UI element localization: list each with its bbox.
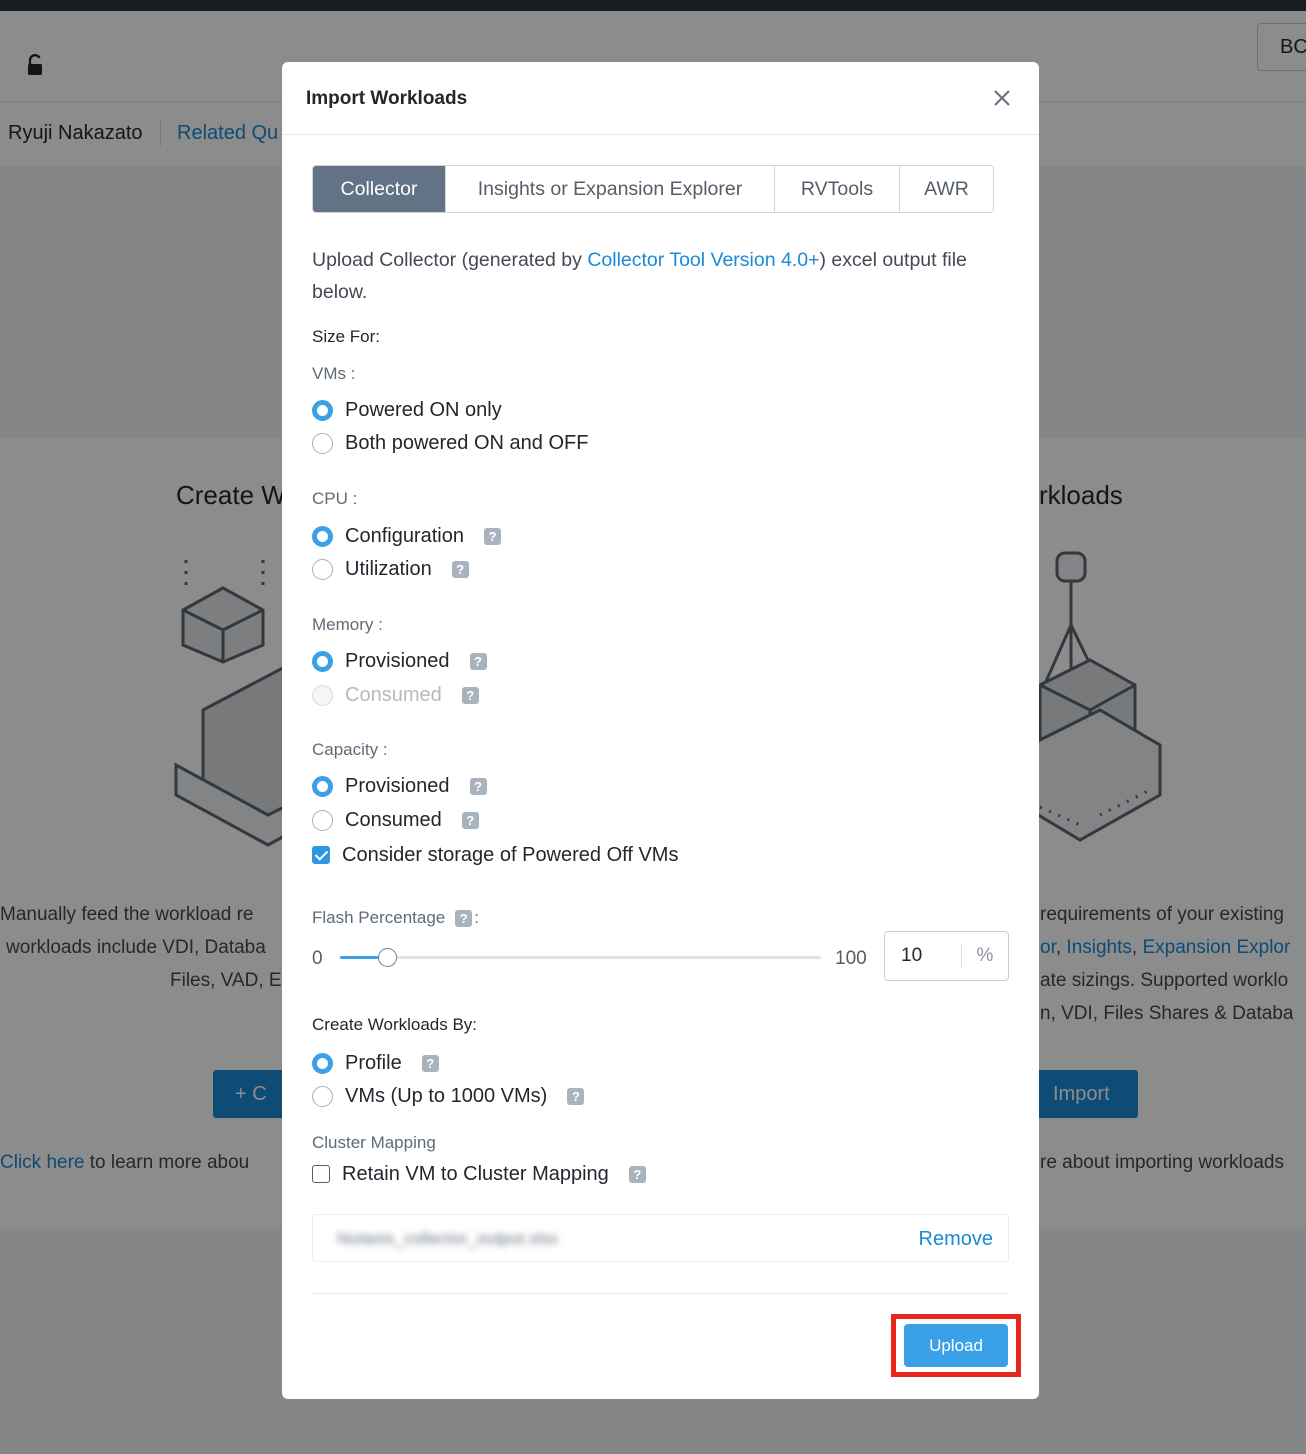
option-label: Provisioned <box>345 649 450 672</box>
option-label: Profile <box>345 1051 402 1074</box>
percent-unit: % <box>976 945 994 966</box>
cluster-mapping-label: Cluster Mapping <box>312 1133 436 1152</box>
import-workloads-dialog: Import Workloads Collector Insights or E… <box>282 62 1039 1399</box>
flash-percentage-field: % <box>884 931 1009 981</box>
help-icon[interactable]: ? <box>469 777 487 795</box>
help-icon[interactable]: ? <box>461 811 479 829</box>
upload-instructions: Upload Collector (generated by Collector… <box>312 244 1002 308</box>
vms-label: VMs : <box>312 364 356 383</box>
radio-button-disabled <box>312 684 333 706</box>
radio-button[interactable] <box>312 525 333 547</box>
create-by-option-vms[interactable]: VMs (Up to 1000 VMs) ? <box>312 1083 585 1109</box>
help-icon[interactable]: ? <box>455 909 473 927</box>
radio-button[interactable] <box>312 558 333 580</box>
upload-button[interactable]: Upload <box>904 1324 1008 1367</box>
memory-option-consumed: Consumed ? <box>312 682 479 708</box>
remove-file-link[interactable]: Remove <box>919 1228 993 1251</box>
tab-collector[interactable]: Collector <box>313 166 446 212</box>
radio-button[interactable] <box>312 1085 333 1107</box>
help-icon[interactable]: ? <box>567 1087 585 1105</box>
help-icon[interactable]: ? <box>421 1054 439 1072</box>
source-tabs: Collector Insights or Expansion Explorer… <box>312 165 994 213</box>
intro-text: Upload Collector (generated by <box>312 249 588 271</box>
flash-slider[interactable] <box>340 948 821 967</box>
memory-label: Memory : <box>312 615 383 634</box>
uploaded-file-row: Nutanix_collector_output.xlsx Remove <box>312 1214 1009 1262</box>
tab-rvtools[interactable]: RVTools <box>775 166 900 212</box>
option-label: Both powered ON and OFF <box>345 431 589 454</box>
storage-powered-off-checkbox[interactable]: Consider storage of Powered Off VMs <box>312 842 678 868</box>
flash-label-text: Flash Percentage <box>312 908 446 927</box>
radio-button[interactable] <box>312 399 333 421</box>
radio-button[interactable] <box>312 775 333 797</box>
capacity-option-provisioned[interactable]: Provisioned ? <box>312 773 487 799</box>
option-label: Consider storage of Powered Off VMs <box>342 843 679 866</box>
option-label: Configuration <box>345 524 464 547</box>
size-for-heading: Size For: <box>312 327 381 346</box>
option-label: Utilization <box>345 557 432 580</box>
checkbox[interactable] <box>312 846 330 864</box>
footer-divider <box>312 1293 1009 1294</box>
option-label: Consumed <box>345 683 442 706</box>
vms-option-both[interactable]: Both powered ON and OFF <box>312 430 588 456</box>
option-label: Retain VM to Cluster Mapping <box>342 1162 609 1185</box>
option-label: VMs (Up to 1000 VMs) <box>345 1084 548 1107</box>
close-icon[interactable] <box>992 88 1012 108</box>
option-label: Provisioned <box>345 774 450 797</box>
create-workloads-by-heading: Create Workloads By: <box>312 1015 478 1034</box>
flash-colon: : <box>474 908 479 927</box>
help-icon[interactable]: ? <box>461 686 479 704</box>
slider-min: 0 <box>312 948 323 969</box>
option-label: Powered ON only <box>345 398 502 421</box>
vms-option-powered-on[interactable]: Powered ON only <box>312 397 502 423</box>
capacity-label: Capacity : <box>312 740 388 759</box>
flash-percentage-label: Flash Percentage ? : <box>312 908 479 928</box>
tab-insights[interactable]: Insights or Expansion Explorer <box>446 166 775 212</box>
cpu-option-utilization[interactable]: Utilization ? <box>312 556 469 582</box>
slider-max: 100 <box>835 948 867 969</box>
radio-button[interactable] <box>312 650 333 672</box>
radio-button[interactable] <box>312 809 333 831</box>
flash-percentage-input[interactable] <box>885 932 961 980</box>
memory-option-provisioned[interactable]: Provisioned ? <box>312 648 487 674</box>
collector-tool-link[interactable]: Collector Tool Version 4.0+ <box>587 249 819 271</box>
help-icon[interactable]: ? <box>469 652 487 670</box>
capacity-option-consumed[interactable]: Consumed ? <box>312 807 479 833</box>
help-icon[interactable]: ? <box>483 527 501 545</box>
option-label: Consumed <box>345 808 442 831</box>
help-icon[interactable]: ? <box>628 1165 646 1183</box>
dialog-title: Import Workloads <box>306 88 468 109</box>
slider-thumb[interactable] <box>378 948 397 967</box>
file-name: Nutanix_collector_output.xlsx <box>337 1229 559 1248</box>
retain-cluster-mapping-checkbox[interactable]: Retain VM to Cluster Mapping ? <box>312 1161 646 1187</box>
radio-button[interactable] <box>312 1052 333 1074</box>
cpu-option-configuration[interactable]: Configuration ? <box>312 523 501 549</box>
dialog-header: Import Workloads <box>282 62 1039 135</box>
checkbox[interactable] <box>312 1165 330 1183</box>
tab-awr[interactable]: AWR <box>900 166 993 212</box>
cpu-label: CPU : <box>312 489 358 508</box>
help-icon[interactable]: ? <box>451 560 469 578</box>
create-by-option-profile[interactable]: Profile ? <box>312 1050 439 1076</box>
radio-button[interactable] <box>312 432 333 454</box>
